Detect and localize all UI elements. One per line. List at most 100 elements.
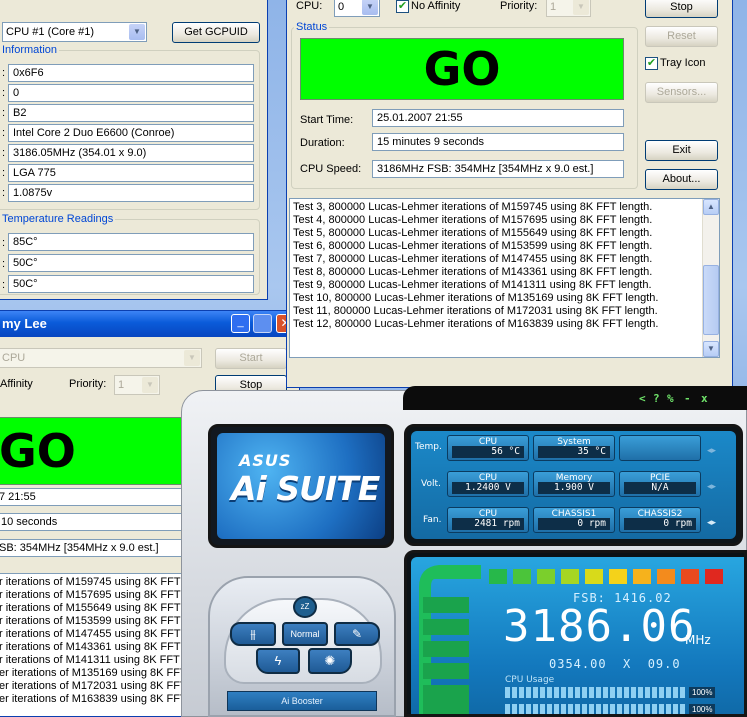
log-line: r iterations of M159745 using 8K FFT [0,576,181,588]
frequency-readout: 3186.06 [503,601,696,652]
cpu-speed-field: 3186MHz FSB: 354MHz [354MHz x 9.0 est.] [372,160,624,178]
log-line: r iterations of M141311 using 8K FFT [0,654,180,666]
info-field-colon: : [2,87,6,99]
information-group-title: Information [0,44,60,57]
fan-chassis1-value: 0 rpm [538,518,610,530]
info-field-value: 0 [8,84,254,102]
minimize-icon[interactable]: _ [231,314,250,333]
temp-field-colon: : [2,279,6,291]
chevron-down-icon[interactable]: ▼ [362,0,378,15]
sensors-button[interactable]: Sensors... [645,82,718,103]
start-button[interactable]: Start [215,348,287,369]
temp-field-value: 50C° [8,275,254,293]
fan-chassis2-cell: CHASSIS2 0 rpm [619,507,701,533]
cpu-frequency-panel: FSB: 1416.02 3186.06 MHz 0354.00 X 09.0 … [404,550,747,717]
cpu-number-select[interactable]: 0 ▼ [334,0,380,17]
log-output[interactable]: Test 3, 800000 Lucas-Lehmer iterations o… [289,198,720,358]
exit-button[interactable]: Exit [645,140,718,161]
frequency-unit: MHz [685,633,711,647]
log-line: Test 6, 800000 Lucas-Lehmer iterations o… [293,240,653,252]
priority-label: Priority: [69,378,107,390]
log-line: Test 4, 800000 Lucas-Lehmer iterations o… [293,214,653,226]
fan-chassis1-cell: CHASSIS1 0 rpm [533,507,615,533]
log-scrollbar[interactable]: ▲ ▼ [702,199,719,357]
about-button[interactable]: About... [645,169,718,190]
reset-button[interactable]: Reset [645,26,718,47]
lightning-icon[interactable]: ϟ [256,648,300,674]
temp-arrows-icon[interactable]: ◂▸ [707,445,716,456]
volt-cpu-value: 1.2400 V [452,482,524,494]
tray-icon-checkbox[interactable]: ✔ [645,57,658,70]
chevron-down-icon[interactable]: ▼ [142,377,158,393]
priority-value: 1 [550,1,557,13]
priority-value: 1 [118,379,125,391]
priority-select[interactable]: 1 ▼ [546,0,591,17]
temp-field-value: 85C° [8,233,254,251]
volt-memory-cell: Memory 1.900 V [533,471,615,497]
get-gcpuid-button[interactable]: Get GCPUID [172,22,260,43]
info-field-colon: : [2,187,6,199]
ai-suite-product-name: Ai SUITE [231,469,380,508]
hardware-monitor: Temp. Volt. Fan. CPU 56 °C System 35 °C … [411,431,736,539]
ai-booster-button[interactable]: Ai Booster [227,691,377,711]
temp-field-colon: : [2,237,6,249]
info-field-colon: : [2,127,6,139]
log-line: Test 10, 800000 Lucas-Lehmer iterations … [293,292,659,304]
maximize-icon[interactable] [253,314,272,333]
ai-suite-control-bar[interactable]: < ? % - x [403,386,747,410]
priority-label: Priority: [500,0,538,12]
temp-system-value: 35 °C [538,446,610,458]
cpu-usage-bar-1 [505,687,685,698]
log-line: Test 11, 800000 Lucas-Lehmer iterations … [293,305,658,317]
volt-pcie-cell: PCIE N/A [619,471,701,497]
log-output[interactable]: r iterations of M159745 using 8K FFT r it… [0,573,198,716]
info-field-value: 3186.05MHz (354.01 x 9.0) [8,144,254,162]
ai-booster-panel: zZ Normal ⫵ ✎ ϟ ✺ Ai Booster [208,576,396,717]
help-icon[interactable]: ? [653,392,660,405]
boost-left-icon[interactable]: ⫵ [230,622,276,646]
chevron-down-icon[interactable]: ▼ [184,350,200,366]
scroll-up-icon[interactable]: ▲ [703,199,719,215]
boost-right-icon[interactable]: ✎ [334,622,380,646]
log-line: er iterations of M172031 using 8K FFT [0,680,187,692]
volt-arrows-icon[interactable]: ◂▸ [707,481,716,492]
info-field-value: 1.0875v [8,184,254,202]
minimize-icon[interactable]: - [684,392,691,405]
ai-suite-logo: ASUS Ai SUITE [217,433,385,539]
chevron-down-icon[interactable]: ▼ [573,0,589,15]
duration-label: Duration: [300,137,345,149]
scroll-down-icon[interactable]: ▼ [703,341,719,357]
info-field-colon: : [2,107,6,119]
chevron-down-icon[interactable]: ▼ [129,24,145,40]
fan-icon[interactable]: ✺ [308,648,352,674]
priority-select[interactable]: 1 ▼ [114,375,160,395]
title-bar[interactable]: my Lee _ ✕ [0,311,299,337]
asus-brand: ASUS [239,451,292,470]
affinity-label: Affinity [0,378,33,390]
fan-cpu-cell: CPU 2481 rpm [447,507,529,533]
fan-arrows-icon[interactable]: ◂▸ [707,517,716,528]
window-title: my Lee [2,316,47,331]
back-icon[interactable]: < [639,392,646,405]
volt-pcie-value: N/A [624,482,696,494]
cpu-label: CPU: [296,0,323,12]
scroll-thumb[interactable] [703,265,719,335]
stop-button[interactable]: Stop [645,0,718,18]
zz-icon[interactable]: zZ [293,596,317,618]
duration-field: 10 seconds [0,513,198,531]
log-line: Test 8, 800000 Lucas-Lehmer iterations o… [293,266,653,278]
cpu-frequency-display: FSB: 1416.02 3186.06 MHz 0354.00 X 09.0 … [411,557,744,714]
cpu-select[interactable]: CPU ▼ [0,348,202,368]
no-affinity-checkbox[interactable]: ✔ [396,0,409,13]
booster-mode-button[interactable]: Normal [282,622,328,646]
temp-row-label: Temp. [415,442,442,452]
temp-cpu-value: 56 °C [452,446,524,458]
cpu-core-select[interactable]: CPU #1 (Core #1) ▼ [2,22,147,42]
skin-icon[interactable]: % [667,392,674,405]
close-icon[interactable]: x [701,392,708,405]
log-line: Test 7, 800000 Lucas-Lehmer iterations o… [293,253,653,265]
cpu-usage-value-1: 100% [689,687,716,698]
temp-cpu-cell: CPU 56 °C [447,435,529,461]
cpu-select-value: CPU [2,352,26,364]
no-affinity-label: No Affinity [411,0,461,12]
